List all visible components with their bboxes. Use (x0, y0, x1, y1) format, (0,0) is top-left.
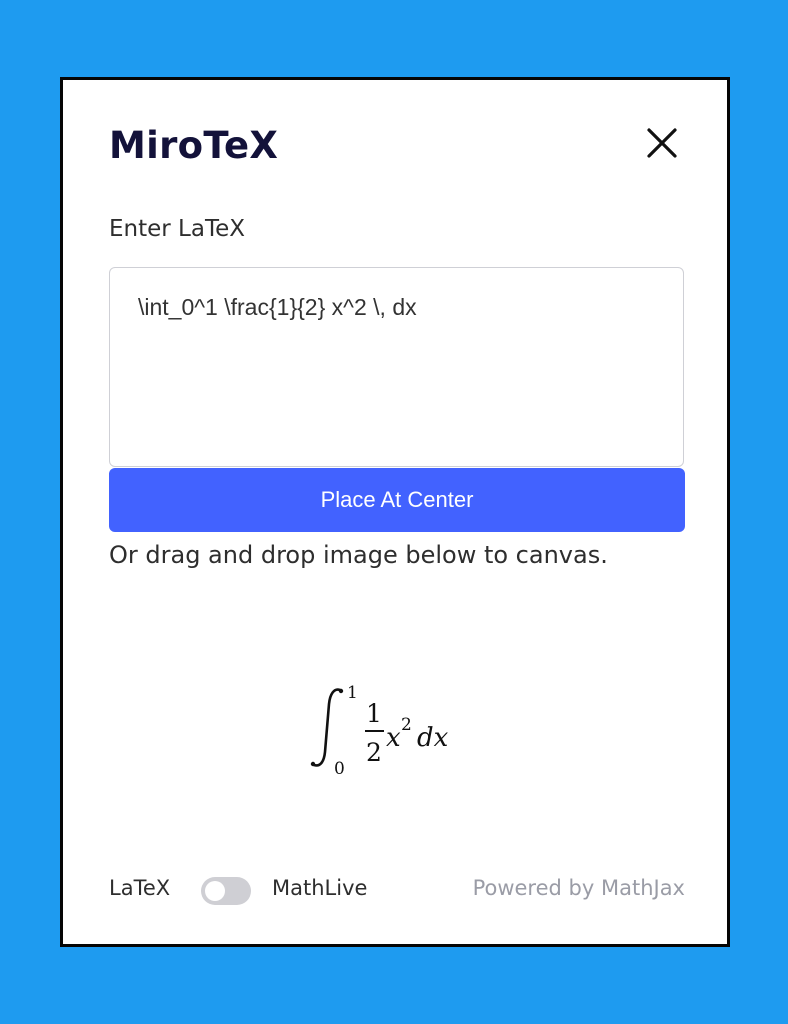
integral-lower-limit: 0 (334, 759, 345, 779)
integral-upper-limit: 1 (347, 683, 358, 703)
mode-label-latex: LaTeX (109, 876, 171, 900)
editor-mode-toggle[interactable] (201, 877, 251, 905)
drag-drop-hint: Or drag and drop image below to canvas. (109, 541, 608, 569)
latex-input[interactable]: \int_0^1 \frac{1}{2} x^2 \, dx (109, 267, 684, 467)
app-title: MiroTeX (109, 124, 279, 167)
latex-input-label: Enter LaTeX (109, 216, 246, 242)
mode-label-mathlive: MathLive (272, 876, 368, 900)
formula-preview-image[interactable]: 1 0 1 2 x 2 dx (303, 670, 503, 790)
powered-by-text: Powered by MathJax (472, 876, 685, 900)
exponent: 2 (401, 715, 412, 735)
differential: dx (417, 723, 449, 753)
close-icon (647, 128, 677, 158)
variable-x: x (386, 723, 401, 753)
mirotex-panel: MiroTeX Enter LaTeX \int_0^1 \frac{1}{2}… (60, 77, 730, 947)
fraction-numerator: 1 (366, 699, 382, 728)
footer-bar: LaTeX MathLive Powered by MathJax (109, 874, 685, 908)
close-button[interactable] (643, 124, 681, 162)
integral-sign (312, 688, 342, 767)
fraction-denominator: 2 (366, 738, 382, 767)
place-at-center-button[interactable]: Place At Center (109, 468, 685, 532)
toggle-knob (205, 881, 225, 901)
